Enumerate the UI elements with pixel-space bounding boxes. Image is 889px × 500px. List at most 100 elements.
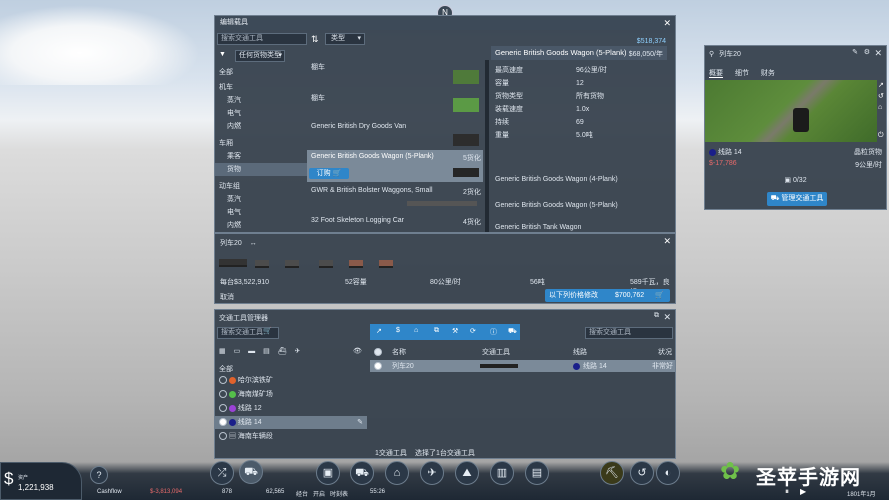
popout-icon[interactable]: ⧉ xyxy=(654,312,659,320)
tab-finance[interactable]: 财务 xyxy=(761,70,775,77)
replace-icon[interactable]: ⟳ xyxy=(470,327,476,335)
cargo-filter-dropdown[interactable]: 任何货物类型 ▾ xyxy=(235,50,285,62)
line-list-item-selected[interactable]: 线路 14 ✎ xyxy=(215,416,367,429)
reverse-icon[interactable]: ↺ xyxy=(878,91,887,102)
tree-item[interactable]: 全部 xyxy=(215,66,307,79)
sort-icon[interactable]: ⇅ xyxy=(311,34,319,45)
follow-icon[interactable]: ↗ xyxy=(878,80,887,91)
plane-icon[interactable]: ✈ xyxy=(420,461,444,485)
station-icon[interactable]: ⌂ xyxy=(385,461,409,485)
edit-icon[interactable]: ✎ xyxy=(357,416,363,429)
bus-type-icon[interactable]: ▬ xyxy=(248,348,255,355)
rail-icon[interactable]: ⛟ xyxy=(350,461,374,485)
line-name[interactable]: 线路 14 xyxy=(718,149,742,156)
line-list-item[interactable]: 哈尔滨铁矿 xyxy=(215,374,367,387)
wagon-thumbnail[interactable] xyxy=(349,260,363,268)
catalog-search-box[interactable]: 搜索交通工具 xyxy=(217,33,307,45)
tree-item[interactable]: 机车 xyxy=(215,81,307,94)
shuffle-icon[interactable]: ⤮ xyxy=(210,461,234,485)
tree-item[interactable]: 内燃 xyxy=(215,219,307,232)
gear-icon[interactable]: ⚙ xyxy=(864,48,870,56)
tree-item[interactable]: 蒸汽 xyxy=(215,193,307,206)
wagon-thumbnail[interactable] xyxy=(255,260,269,268)
finance-icon[interactable]: ▤ xyxy=(525,461,549,485)
related-item[interactable]: Generic British Goods Wagon (4-Plank) xyxy=(491,170,667,196)
column-header[interactable]: 线路 xyxy=(573,347,587,357)
close-icon[interactable]: ✕ xyxy=(874,48,882,59)
list-item[interactable]: Generic British Dry Goods Van xyxy=(307,120,483,148)
manager-search-input[interactable]: 搜索交通工具 xyxy=(218,329,263,336)
checkbox[interactable] xyxy=(374,362,382,370)
tree-item[interactable]: 蒸汽 xyxy=(215,94,307,107)
locomotive-thumbnail[interactable] xyxy=(219,259,247,267)
list-scrollbar[interactable] xyxy=(485,60,489,232)
close-icon[interactable]: ✕ xyxy=(663,312,671,323)
wagon-thumbnail[interactable] xyxy=(319,260,333,268)
train-type-icon[interactable]: ▤ xyxy=(263,348,270,355)
plane-type-icon[interactable]: ✈ xyxy=(295,348,301,355)
list-item[interactable]: 棚车 xyxy=(307,90,483,118)
related-item[interactable]: Generic British Goods Wagon (5-Plank) xyxy=(491,197,667,219)
depot-icon[interactable]: ⌂ xyxy=(878,102,887,113)
chart-icon[interactable]: ▥ xyxy=(490,461,514,485)
list-item[interactable]: GWR & British Bolster Waggons, Small 2货化 xyxy=(307,184,483,212)
ship-type-icon[interactable]: ⛴ xyxy=(278,348,287,355)
list-item[interactable]: 棚车 xyxy=(307,60,483,88)
modify-order-button[interactable]: 以下列价格修改 $700,762 🛒 xyxy=(545,289,670,302)
tab-details[interactable]: 细节 xyxy=(735,70,749,77)
manage-vehicles-button[interactable]: ⛟ 管理交通工具 xyxy=(767,192,827,206)
line-list-item[interactable]: ▤ 海南车辆段 xyxy=(215,430,367,443)
filter-icon[interactable]: ▼ xyxy=(219,51,226,58)
sort-dropdown[interactable]: 类型 ▾ xyxy=(325,33,365,45)
grid-icon[interactable]: ▦ xyxy=(219,348,226,355)
tree-item[interactable]: 车厢 xyxy=(215,137,307,150)
table-row[interactable]: 列车20 线路 14 非常好 xyxy=(370,360,675,372)
car-type-icon[interactable]: ▭ xyxy=(234,348,241,355)
wagon-thumbnail[interactable] xyxy=(285,260,299,268)
tree-item[interactable]: 电气 xyxy=(215,206,307,219)
wrench-icon[interactable]: ⚒ xyxy=(452,327,458,335)
list-item-selected[interactable]: Generic British Goods Wagon (5-Plank) 5货… xyxy=(307,150,483,182)
close-icon[interactable]: ✕ xyxy=(663,236,671,247)
vehicle-search-input[interactable]: 搜索交通工具 xyxy=(586,329,631,336)
eye-icon[interactable]: 👁 xyxy=(353,347,362,355)
tree-item[interactable]: 内燃 xyxy=(215,120,307,133)
tree-item[interactable]: 乘客 xyxy=(215,150,307,163)
swap-icon[interactable]: ↔ xyxy=(250,240,257,247)
copy-icon[interactable]: ⧉ xyxy=(434,327,439,335)
undo-icon[interactable]: ↺ xyxy=(630,461,654,485)
column-header[interactable]: 名称 xyxy=(392,347,406,357)
play-icon[interactable]: ▶ xyxy=(800,487,806,496)
tree-item-selected[interactable]: 货物 xyxy=(215,163,307,176)
vehicle-search-box[interactable]: 搜索交通工具 xyxy=(585,327,673,339)
cart-icon[interactable]: 🛒 xyxy=(263,327,272,335)
power-icon[interactable]: ⏻ xyxy=(878,129,887,142)
tree-item[interactable]: 动车组 xyxy=(215,180,307,193)
checkbox[interactable] xyxy=(219,376,227,385)
catalog-search-input[interactable]: 搜索交通工具 xyxy=(218,35,263,42)
vehicle-manager-icon[interactable]: ⛟ xyxy=(239,460,263,484)
tab-summary[interactable]: 概要 xyxy=(709,70,723,78)
wagon-thumbnail[interactable] xyxy=(379,260,393,268)
cancel-button[interactable]: 取消 xyxy=(220,292,234,302)
order-button[interactable]: 订购 🛒 xyxy=(309,168,349,179)
help-button[interactable]: ? xyxy=(90,466,108,484)
sell-icon[interactable]: $ xyxy=(396,327,400,334)
bulldozer-icon[interactable]: ⛏ xyxy=(600,461,624,485)
depot-icon[interactable]: ⌂ xyxy=(414,327,418,334)
bus-icon[interactable]: ▣ xyxy=(316,461,340,485)
checkbox[interactable] xyxy=(219,432,227,441)
column-header[interactable]: 交通工具 xyxy=(482,347,510,357)
edit-icon[interactable]: ✎ xyxy=(852,48,858,56)
close-icon[interactable]: ✕ xyxy=(663,16,671,30)
terrain-icon[interactable]: ⛰ xyxy=(455,461,479,485)
checkbox[interactable] xyxy=(374,348,382,356)
settings-icon[interactable]: ◐ xyxy=(656,461,680,485)
column-header[interactable]: 状况 xyxy=(658,347,672,357)
line-list-item[interactable]: 线路 12 xyxy=(215,402,367,415)
checkbox[interactable] xyxy=(219,404,227,413)
tree-item[interactable]: 电气 xyxy=(215,107,307,120)
checkbox[interactable] xyxy=(219,418,227,427)
list-item[interactable]: 32 Foot Skeleton Logging Car 4货化 xyxy=(307,214,483,232)
info-icon[interactable]: ⓘ xyxy=(490,327,497,337)
